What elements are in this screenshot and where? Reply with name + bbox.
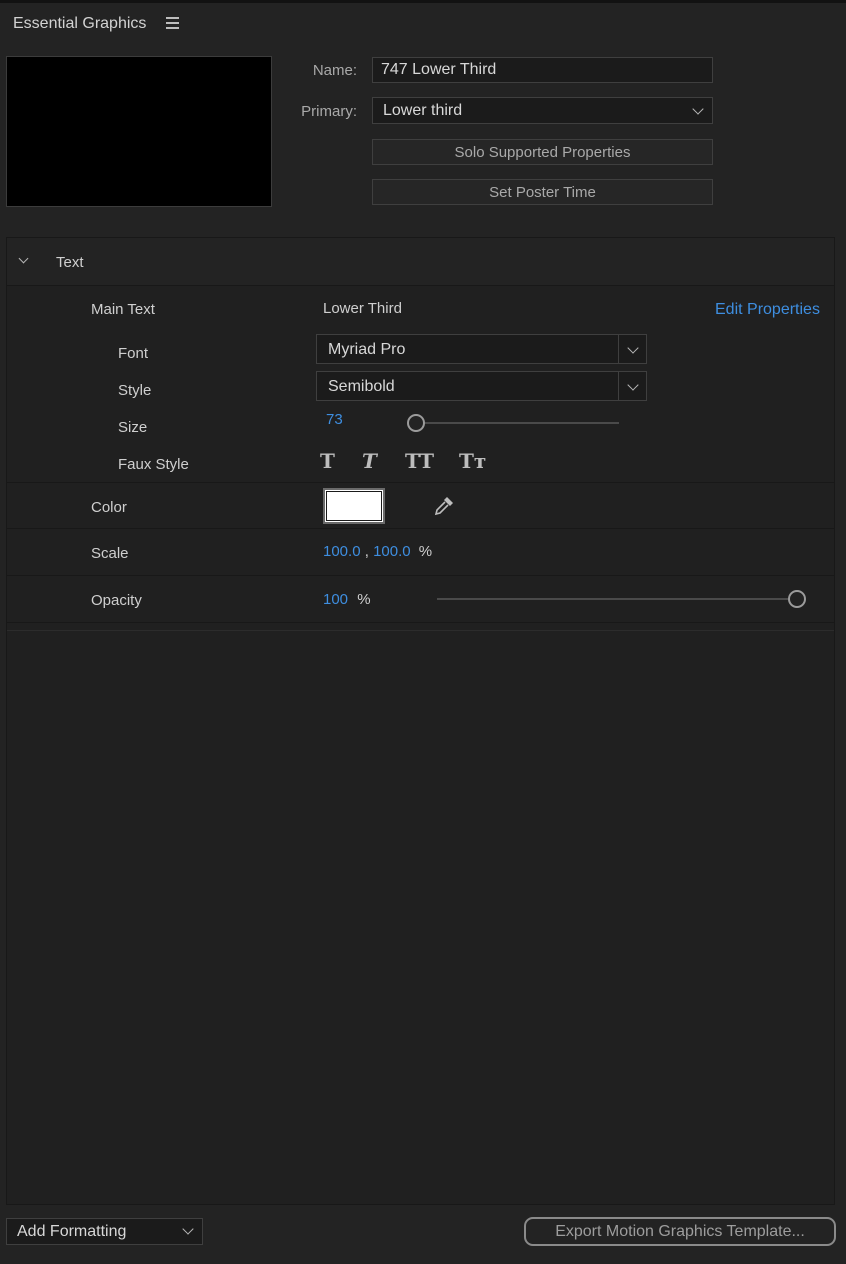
collapse-chevron-icon[interactable] bbox=[18, 253, 29, 264]
chevron-down-icon bbox=[627, 379, 639, 391]
export-motion-graphics-template-button[interactable]: Export Motion Graphics Template... bbox=[524, 1217, 836, 1246]
chevron-down-icon bbox=[182, 1223, 194, 1235]
color-label: Color bbox=[91, 499, 127, 516]
scale-unit: % bbox=[418, 543, 433, 560]
name-field[interactable]: 747 Lower Third bbox=[372, 57, 713, 83]
font-dropdown-value: Myriad Pro bbox=[328, 341, 406, 358]
faux-style-label: Faux Style bbox=[118, 456, 189, 473]
section-title: Text bbox=[56, 254, 84, 271]
size-label: Size bbox=[118, 419, 148, 436]
opacity-label: Opacity bbox=[91, 592, 142, 609]
opacity-slider-handle[interactable] bbox=[788, 590, 806, 608]
chevron-down-icon bbox=[627, 342, 639, 354]
font-label: Font bbox=[118, 345, 149, 362]
scale-y-value[interactable]: 100.0 bbox=[373, 543, 411, 560]
text-section-header[interactable]: Text bbox=[7, 238, 834, 286]
add-formatting-label: Add Formatting bbox=[17, 1223, 127, 1240]
opacity-slider-track[interactable] bbox=[437, 598, 797, 600]
chevron-down-icon bbox=[692, 103, 704, 115]
top-border bbox=[0, 0, 846, 3]
edit-properties-link[interactable]: Edit Properties bbox=[715, 301, 820, 319]
main-text-label: Main Text bbox=[91, 301, 155, 318]
text-section: Text Main Text Lower Third Edit Properti… bbox=[6, 237, 835, 1205]
name-label: Name: bbox=[312, 62, 357, 79]
primary-label: Primary: bbox=[301, 103, 357, 120]
scale-separator: , bbox=[364, 543, 369, 560]
scale-x-value[interactable]: 100.0 bbox=[323, 543, 361, 560]
scale-values: 100.0 , 100.0 % bbox=[323, 543, 432, 560]
main-text-value[interactable]: Lower Third bbox=[323, 300, 402, 317]
solo-supported-properties-button[interactable]: Solo Supported Properties bbox=[372, 139, 713, 165]
set-poster-time-button[interactable]: Set Poster Time bbox=[372, 179, 713, 205]
color-swatch[interactable] bbox=[323, 488, 385, 524]
primary-dropdown-value: Lower third bbox=[383, 101, 463, 119]
panel-title: Essential Graphics bbox=[13, 15, 147, 32]
hamburger-menu-icon[interactable] bbox=[166, 17, 179, 29]
add-formatting-dropdown[interactable]: Add Formatting bbox=[6, 1218, 203, 1245]
all-caps-button[interactable]: TT bbox=[405, 449, 434, 473]
faux-italic-button[interactable]: T bbox=[362, 449, 377, 473]
style-dropdown[interactable]: Semibold bbox=[316, 371, 647, 401]
size-slider-track[interactable] bbox=[414, 422, 619, 424]
style-label: Style bbox=[118, 382, 152, 399]
size-slider-handle[interactable] bbox=[407, 414, 425, 432]
scale-label: Scale bbox=[91, 545, 129, 562]
small-caps-button[interactable]: Tт bbox=[459, 449, 486, 473]
primary-dropdown[interactable]: Lower third bbox=[372, 97, 713, 124]
opacity-unit: % bbox=[357, 591, 371, 608]
faux-bold-button[interactable]: T bbox=[320, 449, 335, 473]
font-dropdown[interactable]: Myriad Pro bbox=[316, 334, 647, 364]
opacity-value[interactable]: 100 bbox=[323, 591, 348, 608]
style-dropdown-value: Semibold bbox=[328, 378, 395, 395]
graphic-preview-thumbnail bbox=[6, 56, 272, 207]
eyedropper-icon[interactable] bbox=[432, 494, 456, 518]
size-value[interactable]: 73 bbox=[326, 411, 343, 428]
opacity-values: 100 % bbox=[323, 591, 371, 608]
